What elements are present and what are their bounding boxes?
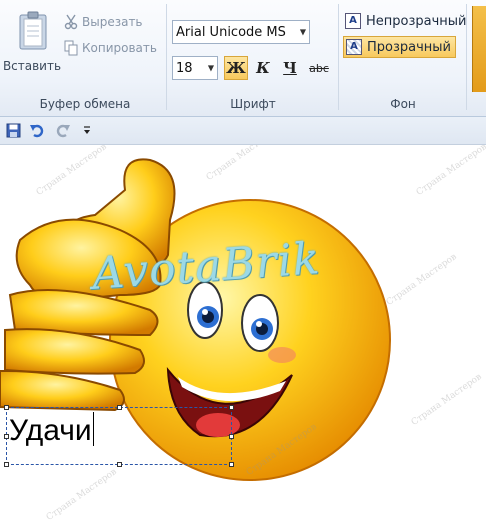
font-size-value: 18 — [176, 60, 193, 76]
cut-button[interactable]: Вырезать — [64, 12, 143, 32]
copy-button[interactable]: Копировать — [64, 38, 157, 58]
copy-label: Копировать — [82, 41, 157, 55]
smiley-thumbs-up-image — [0, 158, 391, 481]
ribbon: Вставить Вырезать Копировать Буфер обмен… — [0, 0, 486, 117]
opaque-option[interactable]: A Непрозрачный — [343, 10, 471, 32]
font-family-select[interactable]: Arial Unicode MS ▼ — [172, 20, 310, 44]
text-box-content[interactable]: Удачи — [9, 412, 94, 448]
font-group-label: Шрифт — [230, 97, 276, 111]
background-group-label: Фон — [390, 97, 416, 111]
resize-handle[interactable] — [4, 434, 9, 439]
clipboard-group-label: Буфер обмена — [39, 97, 131, 111]
strikethrough-button[interactable]: abc — [305, 56, 333, 80]
opaque-icon: A — [345, 13, 361, 29]
transparent-label: Прозрачный — [367, 39, 452, 55]
resize-handle[interactable] — [229, 462, 234, 467]
save-icon — [6, 123, 20, 137]
paste-button[interactable]: Вставить — [2, 4, 61, 88]
bold-button[interactable]: Ж — [224, 56, 248, 80]
transparent-option[interactable]: A Прозрачный — [343, 36, 457, 58]
resize-handle[interactable] — [229, 434, 234, 439]
text-box-value: Удачи — [9, 414, 92, 447]
resize-handle[interactable] — [4, 462, 9, 467]
redo-button[interactable] — [54, 121, 72, 139]
scissors-icon — [64, 14, 78, 30]
paste-label: Вставить — [2, 59, 62, 73]
transparent-icon: A — [346, 39, 362, 55]
underline-button[interactable]: Ч — [278, 56, 302, 80]
resize-handle[interactable] — [117, 462, 122, 467]
redo-icon — [56, 124, 70, 138]
text-box[interactable]: Удачи — [4, 405, 234, 467]
resize-handle[interactable] — [229, 405, 234, 410]
separator — [466, 4, 467, 110]
save-button[interactable] — [4, 121, 22, 139]
opaque-label: Непрозрачный — [366, 13, 467, 29]
copy-icon — [64, 40, 78, 56]
font-family-value: Arial Unicode MS — [176, 24, 286, 40]
text-caret — [92, 412, 94, 446]
resize-handle[interactable] — [4, 405, 9, 410]
drawing-canvas[interactable]: Страна Мастеров Страна Мастеров Страна М… — [0, 145, 486, 525]
quick-access-toolbar — [0, 117, 486, 145]
clipboard-icon — [19, 11, 47, 50]
undo-button[interactable] — [28, 121, 46, 139]
font-size-select[interactable]: 18 ▼ — [172, 56, 218, 80]
italic-button[interactable]: К — [251, 56, 275, 80]
resize-handle[interactable] — [117, 405, 122, 410]
chevron-down-icon: ▼ — [299, 27, 306, 37]
color-swatch-partial[interactable] — [472, 6, 486, 92]
customize-dropdown-icon — [84, 126, 90, 134]
customize-qat-button[interactable] — [80, 121, 94, 139]
separator — [166, 4, 167, 110]
cut-label: Вырезать — [82, 15, 143, 29]
separator — [338, 4, 339, 110]
chevron-down-icon: ▼ — [207, 63, 214, 73]
undo-icon — [30, 124, 44, 138]
